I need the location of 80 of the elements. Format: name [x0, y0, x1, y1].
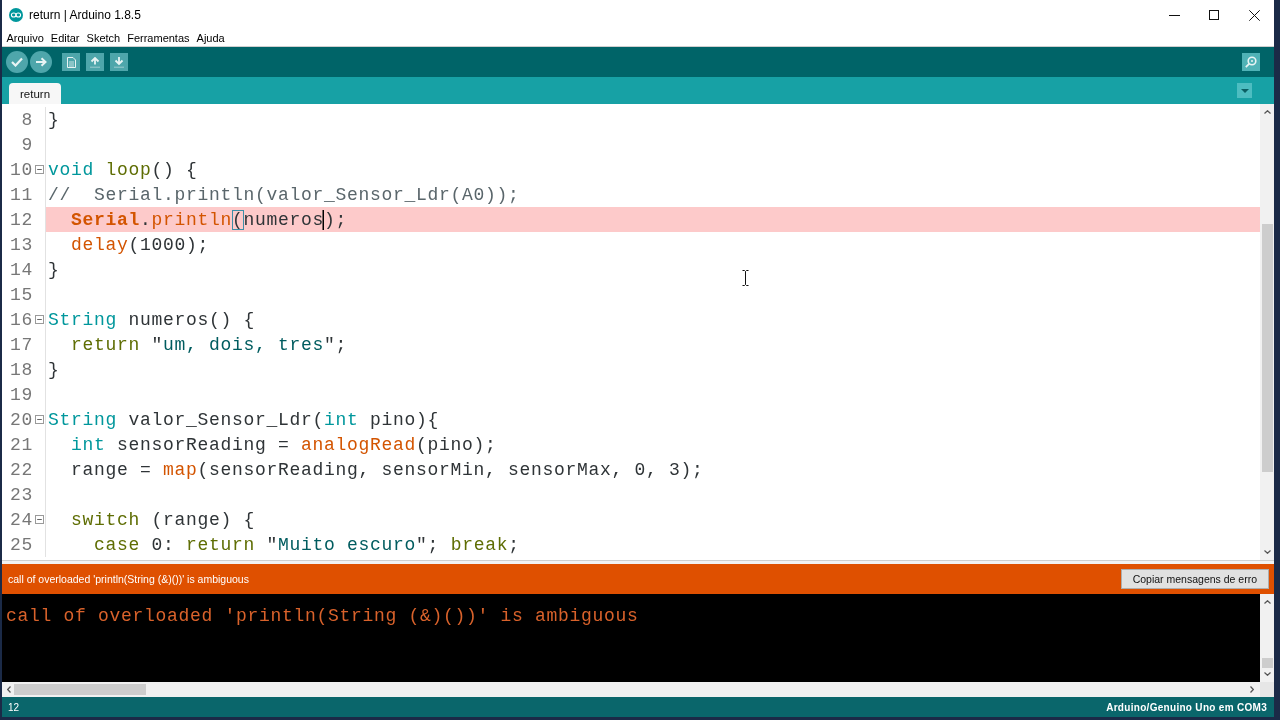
- scrollbar-thumb[interactable]: [1261, 224, 1273, 472]
- line-number: 9: [20, 133, 33, 156]
- menu-item[interactable]: Ferramentas: [123, 30, 194, 46]
- scroll-right-icon[interactable]: [1250, 686, 1254, 693]
- fold-icon[interactable]: [34, 315, 44, 324]
- upload-button[interactable]: [30, 51, 52, 73]
- line-number: 13: [9, 233, 33, 256]
- line-number: 20: [9, 408, 33, 431]
- fold-icon[interactable]: [34, 515, 44, 524]
- ibeam-cursor-icon: [742, 270, 749, 286]
- code-line: range = map(sensorReading, sensorMin, sensorMax, 0, 3);: [71, 458, 704, 481]
- close-icon: [1248, 9, 1260, 21]
- menu-item[interactable]: Sketch: [83, 30, 124, 46]
- horizontal-scrollbar[interactable]: [2, 682, 1260, 697]
- fold-icon[interactable]: [34, 165, 44, 174]
- line-number: 19: [9, 383, 33, 406]
- line-number: 14: [9, 258, 33, 281]
- scroll-up-icon[interactable]: [1263, 110, 1271, 114]
- scrollbar-corner: [1260, 682, 1274, 697]
- save-button[interactable]: [110, 53, 128, 71]
- code-line: case 0: return "Muito escuro"; break;: [94, 533, 520, 556]
- error-message: call of overloaded 'println(String (&)())' is ambiguous: [8, 573, 249, 585]
- scroll-down-icon[interactable]: [1263, 672, 1271, 676]
- line-indicator: 12: [8, 701, 20, 713]
- code-line: String numeros() {: [48, 308, 256, 331]
- code-line: void loop() {: [48, 158, 198, 181]
- board-port-label: Arduino/Genuino Uno em COM3: [1106, 701, 1267, 713]
- document-icon: [66, 56, 76, 68]
- tab-menu-button[interactable]: [1237, 83, 1252, 98]
- scrollbar-thumb[interactable]: [1261, 658, 1273, 668]
- line-number: 8: [20, 108, 33, 131]
- scroll-down-icon[interactable]: [1263, 550, 1271, 554]
- code-line: String valor_Sensor_Ldr(int pino){: [48, 408, 440, 431]
- line-number: 21: [9, 433, 33, 456]
- line-number: 16: [9, 308, 33, 331]
- line-number: 22: [9, 458, 33, 481]
- tab[interactable]: return: [9, 83, 62, 104]
- line-number: 11: [9, 183, 33, 206]
- menu-item[interactable]: Ajuda: [193, 30, 229, 46]
- magnifier-icon: [1245, 56, 1257, 68]
- line-number: 17: [9, 333, 33, 356]
- open-button[interactable]: [86, 53, 104, 71]
- minimize-icon: [1168, 14, 1180, 16]
- new-button[interactable]: [62, 53, 80, 71]
- code-line: switch (range) {: [71, 508, 256, 531]
- vertical-scrollbar[interactable]: [1260, 594, 1274, 682]
- copy-errors-button[interactable]: Copiar mensagens de erro: [1120, 569, 1269, 589]
- maximize-icon: [1209, 10, 1219, 20]
- caret-down-icon: [1240, 88, 1249, 93]
- code-line: }: [48, 258, 60, 281]
- line-number: 10: [9, 158, 33, 181]
- window-title: return | Arduino 1.8.5: [29, 8, 141, 22]
- code-line: }: [48, 358, 60, 381]
- scrollbar-thumb[interactable]: [14, 684, 146, 695]
- down-arrow-icon: [114, 56, 124, 68]
- scroll-left-icon[interactable]: [7, 686, 11, 693]
- code-line: Serial.println(numeros);: [71, 208, 348, 231]
- code-line: int sensorReading = analogRead(pino);: [71, 433, 497, 456]
- vertical-scrollbar[interactable]: [1260, 104, 1274, 560]
- menu-item[interactable]: Editar: [47, 30, 84, 46]
- line-number: 15: [9, 283, 33, 306]
- line-number: 23: [9, 483, 33, 506]
- code-line: delay(1000);: [71, 233, 210, 256]
- code-line: }: [48, 108, 60, 131]
- code-line: // Serial.println(valor_Sensor_Ldr(A0));: [48, 183, 520, 206]
- code-line: return "um, dois, tres";: [71, 333, 348, 356]
- line-number: 24: [9, 508, 33, 531]
- verify-button[interactable]: [6, 51, 28, 73]
- console-output-line: call of overloaded 'println(String (&)())' is ambiguous: [6, 605, 639, 628]
- up-arrow-icon: [90, 56, 100, 68]
- line-number: 12: [9, 208, 33, 231]
- serial-monitor-button[interactable]: [1242, 53, 1260, 71]
- line-number: 18: [9, 358, 33, 381]
- scroll-up-icon[interactable]: [1263, 600, 1271, 604]
- line-number: 25: [9, 533, 33, 556]
- fold-icon[interactable]: [34, 415, 44, 424]
- menu-item[interactable]: Arquivo: [3, 30, 48, 46]
- arduino-logo-icon: [9, 8, 23, 22]
- check-icon: [11, 57, 23, 67]
- right-arrow-icon: [35, 57, 47, 67]
